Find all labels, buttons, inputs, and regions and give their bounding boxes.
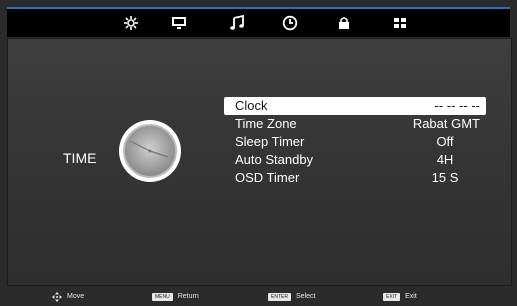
lock-icon[interactable] — [336, 15, 352, 31]
menu-item-time-zone[interactable]: Time Zone Rabat GMT — [224, 115, 486, 133]
setup-icon[interactable] — [392, 15, 408, 31]
monitor-icon[interactable] — [171, 15, 187, 31]
menu-item-label: OSD Timer — [235, 170, 300, 185]
page-title: TIME — [63, 150, 97, 166]
return-hint: MENU Return — [152, 292, 199, 302]
menu-item-label: Time Zone — [235, 116, 297, 131]
time-menu-list: Clock -- -- -- -- Time Zone Rabat GMT Sl… — [224, 97, 486, 187]
menu-item-label: Clock — [235, 98, 268, 113]
enter-key: ENTER — [268, 293, 291, 301]
select-hint-label: Select — [295, 293, 316, 300]
key-hint-bar: Move MENU Return ENTER Select EXIT Exit — [7, 289, 510, 306]
picture-icon[interactable] — [123, 15, 139, 31]
menu-item-sleep-timer[interactable]: Sleep Timer Off — [224, 133, 486, 151]
move-arrows-icon — [52, 292, 62, 302]
exit-key: EXIT — [383, 293, 401, 301]
select-hint: ENTER Select — [268, 292, 315, 302]
menu-item-value: Rabat GMT — [412, 116, 480, 131]
move-hint: Move — [52, 292, 84, 302]
menu-item-label: Sleep Timer — [235, 134, 305, 149]
exit-hint: EXIT Exit — [383, 292, 417, 302]
menu-item-clock[interactable]: Clock -- -- -- -- — [224, 97, 486, 115]
menu-key: MENU — [152, 293, 173, 301]
tv-menu-frame: TIME Clock -- -- -- -- Time Zone Rabat G… — [0, 0, 517, 306]
menu-item-osd-timer[interactable]: OSD Timer 15 S — [224, 169, 486, 187]
menu-item-auto-standby[interactable]: Auto Standby 4H — [224, 151, 486, 169]
menu-item-value: 4H — [436, 152, 454, 167]
menu-item-value: Off — [436, 134, 454, 149]
menu-item-value: 15 S — [431, 170, 459, 185]
move-hint-label: Move — [67, 293, 85, 300]
category-tab-bar — [7, 7, 510, 37]
return-hint-label: Return — [177, 293, 199, 300]
time-icon[interactable] — [282, 15, 298, 31]
exit-hint-label: Exit — [405, 293, 417, 300]
analog-clock-icon — [118, 119, 182, 183]
music-icon[interactable] — [229, 15, 245, 31]
menu-item-label: Auto Standby — [235, 152, 314, 167]
menu-item-value: -- -- -- -- — [434, 98, 480, 113]
